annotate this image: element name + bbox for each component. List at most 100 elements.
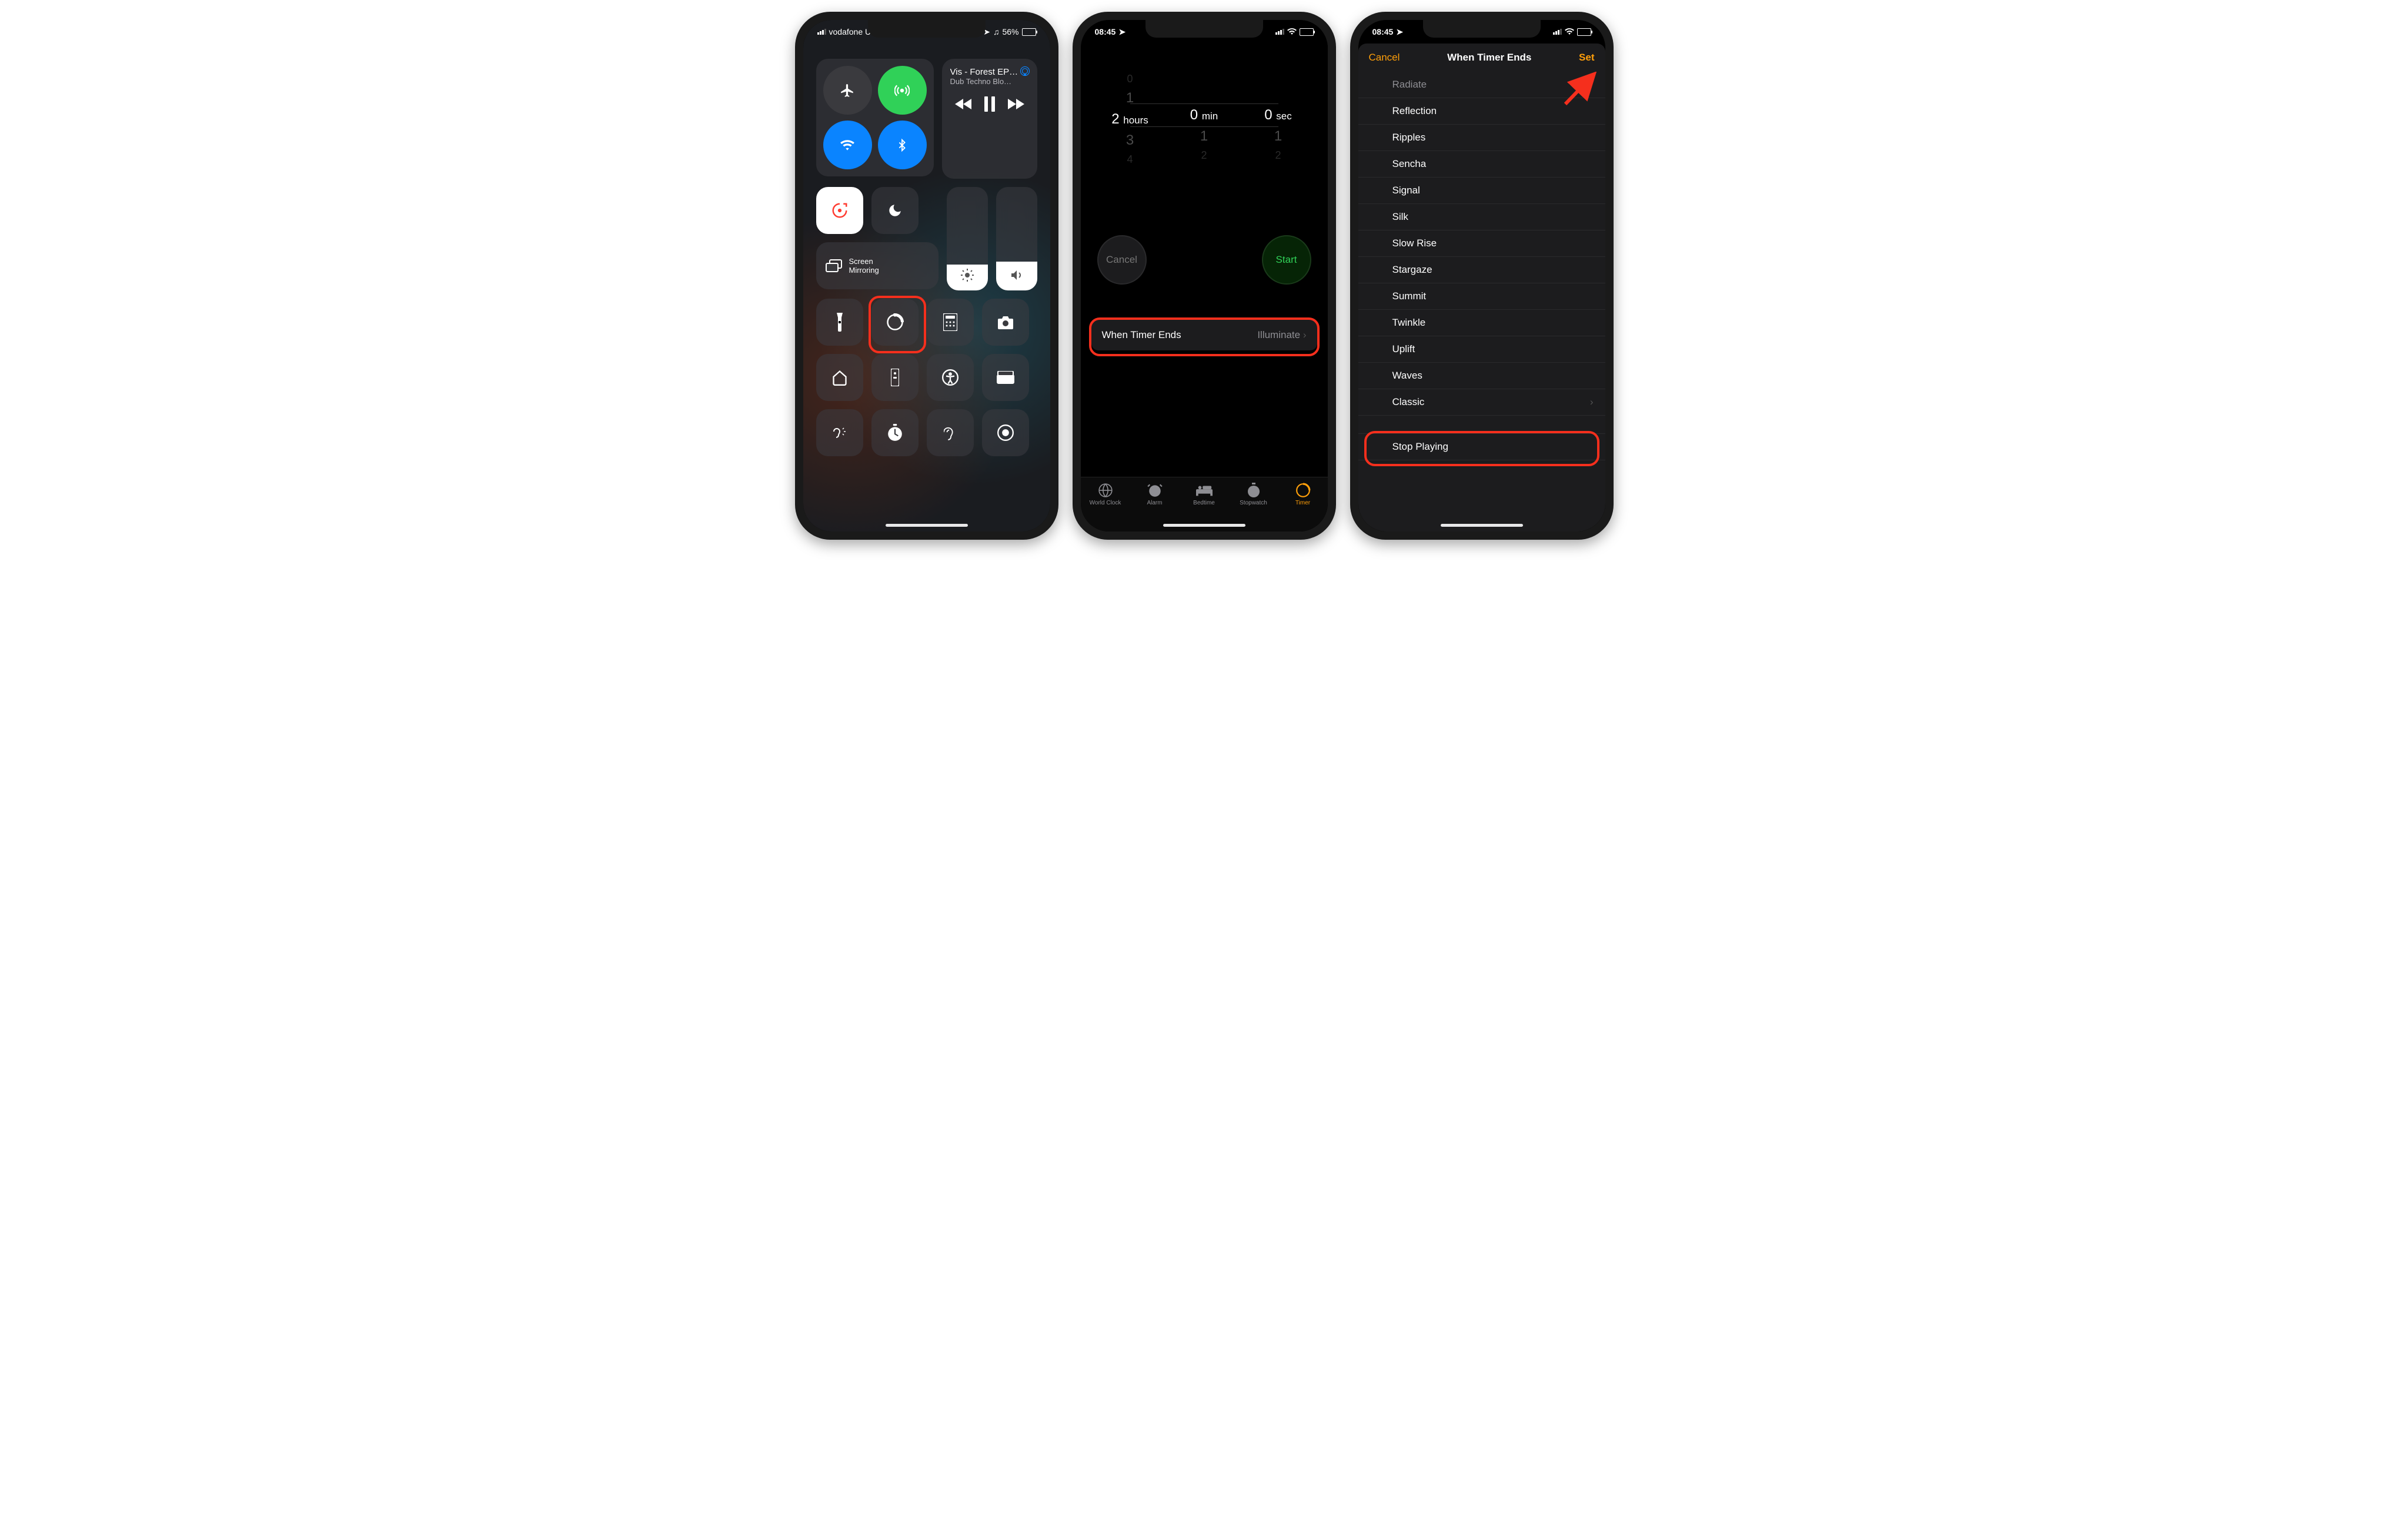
home-indicator[interactable] — [1163, 524, 1245, 527]
home-indicator[interactable] — [1441, 524, 1523, 527]
list-item[interactable]: Signal — [1358, 178, 1605, 204]
list-item[interactable]: Ripples — [1358, 125, 1605, 151]
picker-sec-unit: sec — [1276, 111, 1291, 122]
record-button[interactable] — [982, 409, 1029, 456]
screen-mirroring-button[interactable]: ScreenMirroring — [816, 242, 939, 289]
remote-button[interactable] — [871, 354, 919, 401]
tab-bedtime[interactable]: Bedtime — [1183, 482, 1225, 506]
accessibility-button[interactable] — [927, 354, 974, 401]
sound-label: Slow Rise — [1392, 238, 1437, 249]
signal-icon — [1275, 29, 1284, 35]
battery-percent: 56% — [1002, 27, 1018, 36]
three-phone-layout: vodafone UK VPN ◉ ➤ ♫ 56% — [0, 0, 2408, 551]
set-button[interactable]: Set — [1579, 52, 1594, 63]
brightness-slider[interactable] — [947, 187, 988, 290]
media-tile[interactable]: Vis - Forest EP… Dub Techno Blo… — [942, 59, 1037, 179]
wallet-button[interactable] — [982, 354, 1029, 401]
stopwatch-icon — [1245, 482, 1262, 499]
pause-button[interactable] — [983, 96, 996, 112]
globe-icon — [1097, 482, 1114, 499]
now-playing-title: Vis - Forest EP… — [950, 67, 1029, 77]
wifi-icon — [1565, 28, 1574, 35]
sound-label: Uplift — [1392, 343, 1415, 355]
cancel-button[interactable]: Cancel — [1097, 235, 1147, 285]
list-item[interactable]: Waves — [1358, 363, 1605, 389]
ear-button[interactable] — [927, 409, 974, 456]
screen-mirroring-label-1: Screen — [849, 257, 879, 266]
tab-label: World Clock — [1090, 500, 1121, 506]
camera-button[interactable] — [982, 299, 1029, 346]
airplay-icon — [1020, 66, 1030, 76]
list-item[interactable]: Silk — [1358, 204, 1605, 230]
volume-icon — [1010, 268, 1024, 282]
list-item[interactable]: Sencha — [1358, 151, 1605, 178]
rewind-button[interactable] — [955, 98, 973, 111]
volume-slider[interactable] — [996, 187, 1037, 290]
phone-frame-3: 08:45 ➤ Cancel When Timer Ends Set Radia — [1350, 12, 1614, 540]
sound-list[interactable]: Radiate Reflection Ripples Sencha Signal… — [1358, 72, 1605, 460]
now-playing-subtitle: Dub Techno Blo… — [950, 77, 1029, 86]
tab-label: Alarm — [1147, 500, 1162, 506]
tab-alarm[interactable]: Alarm — [1134, 482, 1176, 506]
sound-label: Ripples — [1392, 132, 1426, 143]
do-not-disturb-button[interactable] — [871, 187, 919, 234]
sound-label: Stop Playing — [1392, 441, 1448, 453]
notch — [868, 20, 986, 38]
list-item-classic[interactable]: Classic› — [1358, 389, 1605, 416]
list-item[interactable]: Twinkle — [1358, 310, 1605, 336]
tab-world-clock[interactable]: World Clock — [1084, 482, 1127, 506]
sheet-title: When Timer Ends — [1447, 52, 1531, 63]
picker-hours-faded: 3 — [1104, 130, 1157, 151]
when-timer-ends-row[interactable]: When Timer Ends Illuminate › — [1091, 320, 1317, 350]
flashlight-button[interactable] — [816, 299, 863, 346]
list-item[interactable]: Slow Rise — [1358, 230, 1605, 257]
annotation-arrow — [1559, 72, 1601, 107]
picker-sec-faded: 1 — [1252, 126, 1305, 147]
cancel-label: Cancel — [1106, 254, 1137, 266]
timer-picker[interactable]: 0 1 2 hours 3 4 0 min 1 2 — [1081, 20, 1328, 212]
connectivity-tile — [816, 59, 934, 176]
airplane-toggle[interactable] — [823, 66, 872, 115]
picker-hours-value: 2 — [1111, 111, 1119, 127]
tab-label: Stopwatch — [1240, 500, 1267, 506]
wifi-toggle[interactable] — [823, 121, 872, 169]
notch — [1145, 20, 1263, 38]
timer-screen: 08:45 ➤ 0 1 2 hours 3 4 — [1081, 20, 1328, 531]
list-item-stop-playing[interactable]: Stop Playing — [1358, 433, 1605, 460]
start-label: Start — [1276, 254, 1297, 266]
calculator-button[interactable] — [927, 299, 974, 346]
battery-icon — [1300, 28, 1314, 36]
sound-label: Summit — [1392, 290, 1427, 302]
home-indicator[interactable] — [886, 524, 968, 527]
list-item[interactable]: Stargaze — [1358, 257, 1605, 283]
sound-picker-sheet: Cancel When Timer Ends Set Radiate Refle… — [1358, 44, 1605, 531]
cellular-toggle[interactable] — [878, 66, 927, 115]
headphones-icon: ♫ — [993, 27, 1000, 36]
bluetooth-toggle[interactable] — [878, 121, 927, 169]
tab-timer[interactable]: Timer — [1282, 482, 1324, 506]
timer-icon — [1295, 482, 1311, 499]
tab-stopwatch[interactable]: Stopwatch — [1233, 482, 1275, 506]
sound-label: Stargaze — [1392, 264, 1432, 276]
hearing-button[interactable] — [816, 409, 863, 456]
forward-button[interactable] — [1007, 98, 1024, 111]
rotation-lock-button[interactable] — [816, 187, 863, 234]
list-item[interactable]: Summit — [1358, 283, 1605, 310]
list-item[interactable]: Uplift — [1358, 336, 1605, 363]
time-label: 08:45 — [1095, 27, 1116, 36]
home-button[interactable] — [816, 354, 863, 401]
sound-label: Waves — [1392, 370, 1422, 382]
screen-2: 08:45 ➤ 0 1 2 hours 3 4 — [1081, 20, 1328, 531]
tab-label: Bedtime — [1193, 500, 1215, 506]
stopwatch-button[interactable] — [871, 409, 919, 456]
when-timer-ends-value: Illuminate — [1257, 329, 1300, 340]
bed-icon — [1196, 482, 1213, 499]
signal-icon — [1553, 29, 1562, 35]
start-button[interactable]: Start — [1262, 235, 1311, 285]
picker-sec-faded: 2 — [1252, 147, 1305, 164]
battery-icon — [1022, 28, 1036, 36]
screen-mirroring-label-2: Mirroring — [849, 266, 879, 275]
timer-button[interactable] — [871, 299, 919, 346]
cancel-button[interactable]: Cancel — [1369, 52, 1400, 63]
chevron-right-icon: › — [1590, 396, 1594, 408]
